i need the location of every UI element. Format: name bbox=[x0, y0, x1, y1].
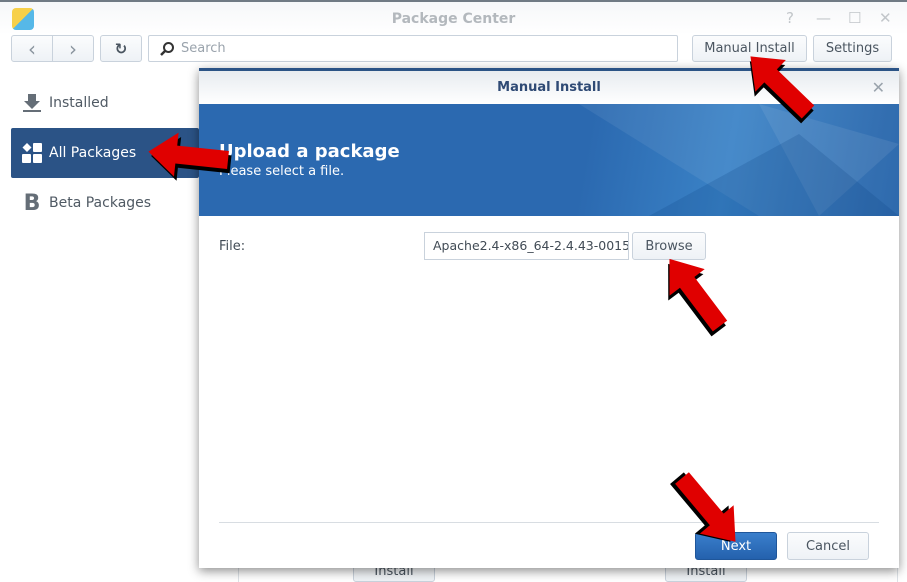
manual-install-dialog: Manual Install ✕ Upload a package Please… bbox=[199, 68, 899, 568]
banner-subtitle: Please select a file. bbox=[219, 164, 345, 179]
beta-icon: B bbox=[23, 190, 41, 216]
sidebar-item-all-packages[interactable]: All Packages bbox=[11, 128, 199, 178]
minimize-icon[interactable]: — bbox=[816, 9, 831, 27]
dialog-banner: Upload a package Please select a file. bbox=[199, 104, 899, 216]
sidebar-item-label: All Packages bbox=[49, 145, 137, 161]
search-icon bbox=[160, 41, 174, 56]
forward-button[interactable]: › bbox=[52, 35, 94, 62]
maximize-icon[interactable]: ☐ bbox=[848, 9, 861, 27]
refresh-button[interactable]: ↻ bbox=[100, 35, 142, 62]
sidebar-item-label: Installed bbox=[49, 95, 109, 111]
browse-button[interactable]: Browse bbox=[632, 232, 706, 260]
dialog-header: Manual Install ✕ bbox=[199, 71, 899, 104]
manual-install-button[interactable]: Manual Install bbox=[692, 35, 807, 62]
help-icon[interactable]: ? bbox=[786, 9, 794, 27]
footer-divider bbox=[219, 522, 879, 523]
sidebar-item-beta-packages[interactable]: B Beta Packages bbox=[11, 178, 199, 228]
next-button[interactable]: Next bbox=[695, 532, 777, 560]
window-title: Package Center bbox=[391, 11, 516, 27]
close-icon[interactable]: ✕ bbox=[872, 71, 885, 104]
download-icon bbox=[21, 93, 43, 113]
file-path-input[interactable]: Apache2.4-x86_64-2.4.43-0015 bbox=[424, 232, 629, 260]
dialog-title: Manual Install bbox=[497, 80, 601, 95]
banner-title: Upload a package bbox=[219, 141, 400, 162]
sidebar-item-installed[interactable]: Installed bbox=[11, 78, 199, 128]
sidebar-item-label: Beta Packages bbox=[49, 195, 152, 211]
back-button[interactable]: ‹ bbox=[11, 35, 53, 62]
cancel-button[interactable]: Cancel bbox=[787, 532, 869, 560]
file-label: File: bbox=[219, 239, 246, 254]
settings-button[interactable]: Settings bbox=[813, 35, 892, 62]
search-placeholder: Search bbox=[181, 41, 226, 56]
grid-icon bbox=[21, 143, 43, 163]
title-bar: Package Center ? — ☐ ✕ bbox=[0, 0, 907, 35]
close-icon[interactable]: ✕ bbox=[879, 9, 892, 27]
search-input[interactable]: Search bbox=[148, 35, 678, 62]
